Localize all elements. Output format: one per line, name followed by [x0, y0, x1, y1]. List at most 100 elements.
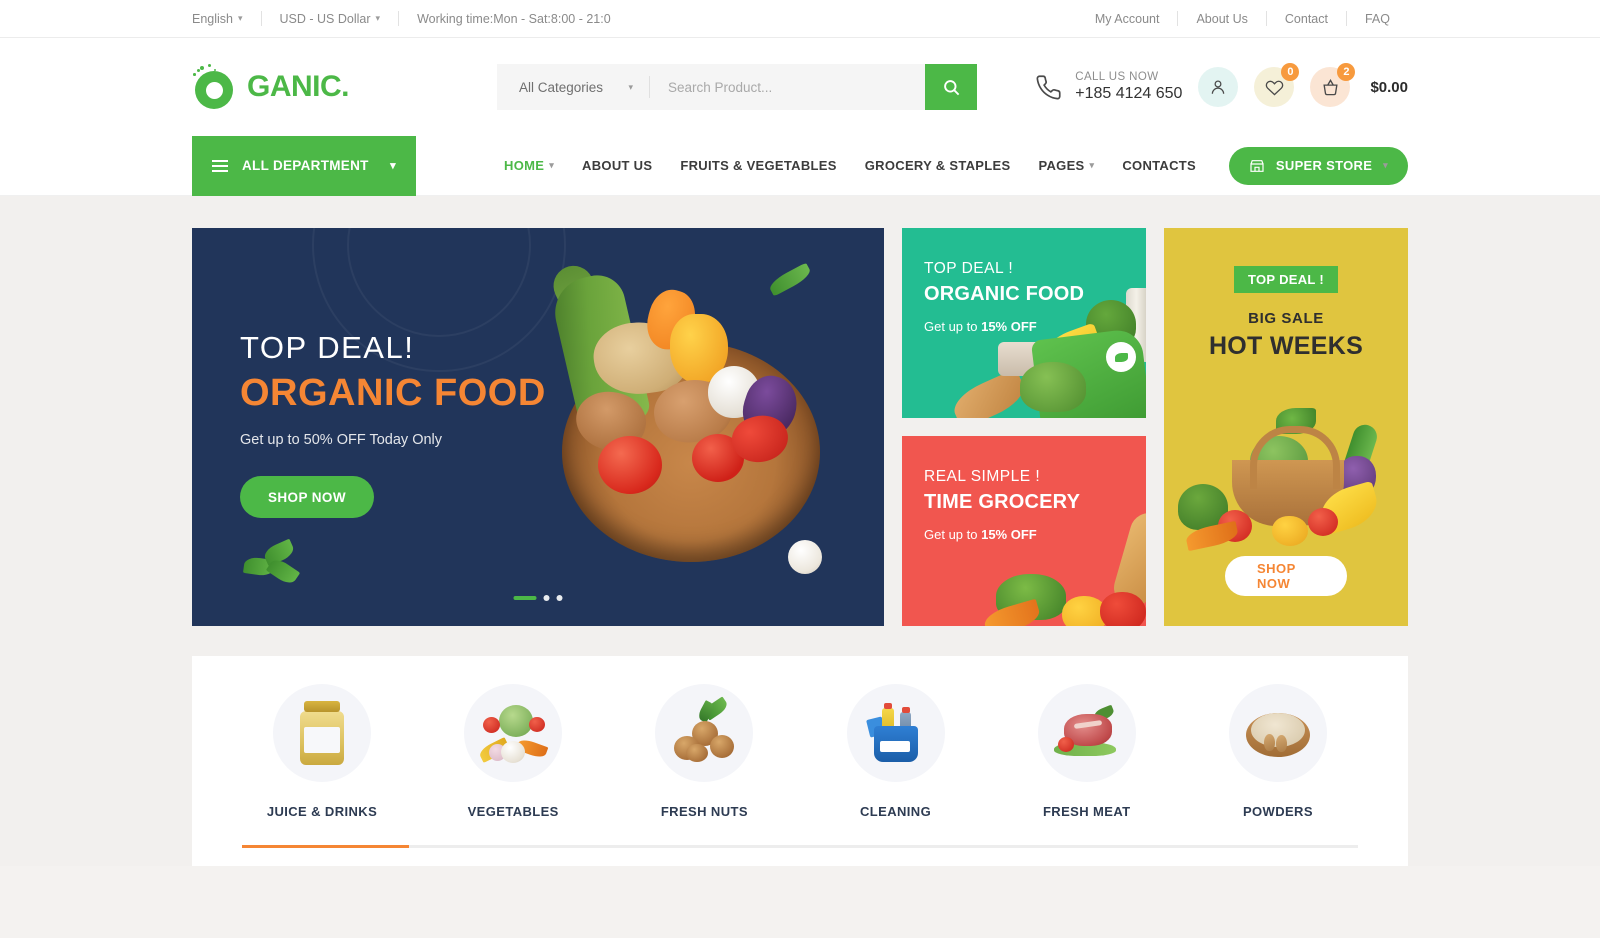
- nav-item-label: ABOUT US: [582, 158, 653, 173]
- nav-item-fruits-vegetables[interactable]: FRUITS & VEGETABLES: [680, 158, 836, 173]
- nav-item-pages[interactable]: PAGES ▾: [1038, 158, 1094, 173]
- chevron-down-icon: ▾: [1383, 160, 1388, 170]
- promo-title: ORGANIC FOOD: [924, 283, 1085, 305]
- hero-subtitle: Get up to 50% OFF Today Only: [240, 432, 443, 448]
- slider-pagination: [513, 595, 563, 601]
- nav-links: HOME ▾ ABOUT US FRUITS & VEGETABLES GROC…: [504, 158, 1196, 173]
- nav-item-label: GROCERY & STAPLES: [864, 158, 1011, 173]
- onion-decoration: [788, 540, 822, 574]
- user-icon: [1212, 80, 1225, 94]
- store-icon: [1250, 159, 1264, 172]
- currency-selector[interactable]: USD - US Dollar ▾: [262, 12, 399, 26]
- top-bar: English ▾ USD - US Dollar ▾ Working time…: [0, 0, 1600, 38]
- category-item-fresh-meat[interactable]: FRESH MEAT: [1007, 684, 1167, 819]
- language-label: English: [192, 11, 233, 26]
- hero-slider[interactable]: TOP DEAL! ORGANIC FOOD Get up to 50% OFF…: [192, 228, 884, 626]
- call-us-block[interactable]: CALL US NOW +185 4124 650: [1035, 71, 1182, 103]
- chevron-down-icon: ▾: [1089, 160, 1095, 170]
- topbar-link-faq[interactable]: FAQ: [1347, 12, 1408, 26]
- call-us-label: CALL US NOW: [1075, 71, 1159, 83]
- category-item-vegetables[interactable]: VEGETABLES: [433, 684, 593, 819]
- basket-icon: [1323, 78, 1338, 95]
- language-selector[interactable]: English ▾: [192, 12, 261, 26]
- slider-dot-1[interactable]: [513, 596, 537, 600]
- promo-card-text: TOP DEAL ! ORGANIC FOOD Get up to 15% OF…: [902, 228, 1146, 334]
- category-label: FRESH MEAT: [1042, 804, 1131, 819]
- cleaning-bucket-icon: [846, 684, 945, 782]
- all-department-label: ALL DEPARTMENT: [242, 158, 369, 173]
- promo-card-organic-food[interactable]: TOP DEAL ! ORGANIC FOOD Get up to 15% OF…: [902, 228, 1146, 418]
- category-item-cleaning[interactable]: CLEANING: [816, 684, 976, 819]
- category-carousel: JUICE & DRINKS VEGETABLES FRESH NUTS CLE…: [192, 656, 1408, 866]
- nav-item-home[interactable]: HOME ▾: [504, 158, 554, 173]
- promo-offer: Get up to 15% OFF: [924, 319, 1124, 334]
- promo-produce-image: [1172, 362, 1400, 552]
- working-time-label: Working time:Mon - Sat:8:00 - 21:0: [417, 11, 611, 26]
- promo-shop-now-button[interactable]: SHOP NOW: [1225, 556, 1347, 596]
- search-icon: [943, 79, 959, 95]
- nav-item-label: CONTACTS: [1122, 158, 1197, 173]
- page-content: TOP DEAL! ORGANIC FOOD Get up to 50% OFF…: [0, 196, 1600, 866]
- working-time: Working time:Mon - Sat:8:00 - 21:0: [399, 12, 629, 26]
- nav-item-label: FRUITS & VEGETABLES: [680, 158, 837, 173]
- category-item-fresh-nuts[interactable]: FRESH NUTS: [624, 684, 784, 819]
- chevron-down-icon: ▾: [390, 160, 396, 172]
- nav-item-grocery-staples[interactable]: GROCERY & STAPLES: [865, 158, 1011, 173]
- call-us-number: +185 4124 650: [1075, 85, 1183, 102]
- all-department-button[interactable]: ALL DEPARTMENT ▾: [192, 135, 416, 196]
- logo[interactable]: C GANIC.: [192, 64, 350, 110]
- promo-card-hot-weeks[interactable]: TOP DEAL ! BIG SALE HOT WEEKS SHOP NOW: [1164, 228, 1408, 626]
- hero-section: TOP DEAL! ORGANIC FOOD Get up to 50% OFF…: [192, 228, 1408, 626]
- search-button[interactable]: [925, 64, 977, 110]
- category-label: VEGETABLES: [467, 804, 559, 819]
- category-item-powders[interactable]: POWDERS: [1198, 684, 1358, 819]
- promo-offer-prefix: Get up to: [924, 319, 982, 334]
- heart-icon: [1265, 80, 1284, 96]
- hero-basket-image: [542, 259, 842, 584]
- hero-title: ORGANIC FOOD: [240, 372, 546, 414]
- cart-total: $0.00: [1370, 78, 1408, 96]
- logo-letter: C: [206, 80, 220, 99]
- chevron-down-icon: ▾: [375, 13, 381, 23]
- nav-item-about-us[interactable]: ABOUT US: [582, 158, 652, 173]
- super-store-label: SUPER STORE: [1275, 158, 1373, 173]
- wishlist-button[interactable]: 0: [1254, 63, 1300, 107]
- nav-item-label: HOME: [504, 158, 545, 173]
- promo-eyebrow: REAL SIMPLE !: [924, 468, 1041, 485]
- promo-eyebrow: TOP DEAL !: [924, 260, 1014, 277]
- slider-dot-3[interactable]: [556, 595, 563, 601]
- cart-count-badge: 2: [1337, 63, 1356, 81]
- category-scrollbar-track[interactable]: [242, 845, 1358, 848]
- category-scrollbar-thumb[interactable]: [242, 845, 410, 848]
- nav-item-contacts[interactable]: CONTACTS: [1122, 158, 1196, 173]
- promo-eyebrow: BIG SALE: [1248, 310, 1324, 327]
- hero-eyebrow: TOP DEAL!: [240, 330, 415, 365]
- hero-shop-now-button[interactable]: SHOP NOW: [240, 476, 374, 518]
- site-header: C GANIC. All Categories ▾ CALL US NOW +1…: [0, 38, 1600, 136]
- steak-icon: [1037, 684, 1136, 782]
- chevron-down-icon: ▾: [628, 81, 633, 92]
- category-label: POWDERS: [1242, 804, 1313, 819]
- super-store-button[interactable]: SUPER STORE ▾: [1228, 146, 1408, 185]
- promo-title: HOT WEEKS: [1208, 332, 1364, 360]
- promo-offer-value: 15% OFF: [981, 527, 1037, 542]
- promo-card-text: REAL SIMPLE ! TIME GROCERY Get up to 15%…: [902, 436, 1146, 542]
- walnut-icon: [655, 684, 754, 782]
- topbar-link-my-account[interactable]: My Account: [1077, 12, 1178, 26]
- topbar-link-about-us[interactable]: About Us: [1178, 12, 1265, 26]
- category-item-juice-drinks[interactable]: JUICE & DRINKS: [242, 684, 402, 819]
- cart-button[interactable]: 2: [1310, 63, 1356, 107]
- top-bar-links: My Account About Us Contact FAQ: [1077, 11, 1408, 26]
- slider-dot-2[interactable]: [543, 595, 550, 601]
- powder-bowl-icon: [1228, 684, 1327, 782]
- topbar-link-contact[interactable]: Contact: [1267, 12, 1346, 26]
- promo-card-time-grocery[interactable]: REAL SIMPLE ! TIME GROCERY Get up to 15%…: [902, 436, 1146, 626]
- search-input[interactable]: [650, 64, 925, 110]
- top-bar-left: English ▾ USD - US Dollar ▾ Working time…: [192, 11, 629, 26]
- header-actions: CALL US NOW +185 4124 650 0 2 $0.00: [1035, 63, 1408, 107]
- account-button[interactable]: [1198, 67, 1239, 107]
- hero-side-cards: TOP DEAL ! ORGANIC FOOD Get up to 15% OF…: [902, 228, 1146, 626]
- category-select[interactable]: All Categories ▾: [497, 64, 649, 110]
- promo-offer: Get up to 15% OFF: [924, 527, 1124, 542]
- main-nav: ALL DEPARTMENT ▾ HOME ▾ ABOUT US FRUITS …: [0, 135, 1600, 196]
